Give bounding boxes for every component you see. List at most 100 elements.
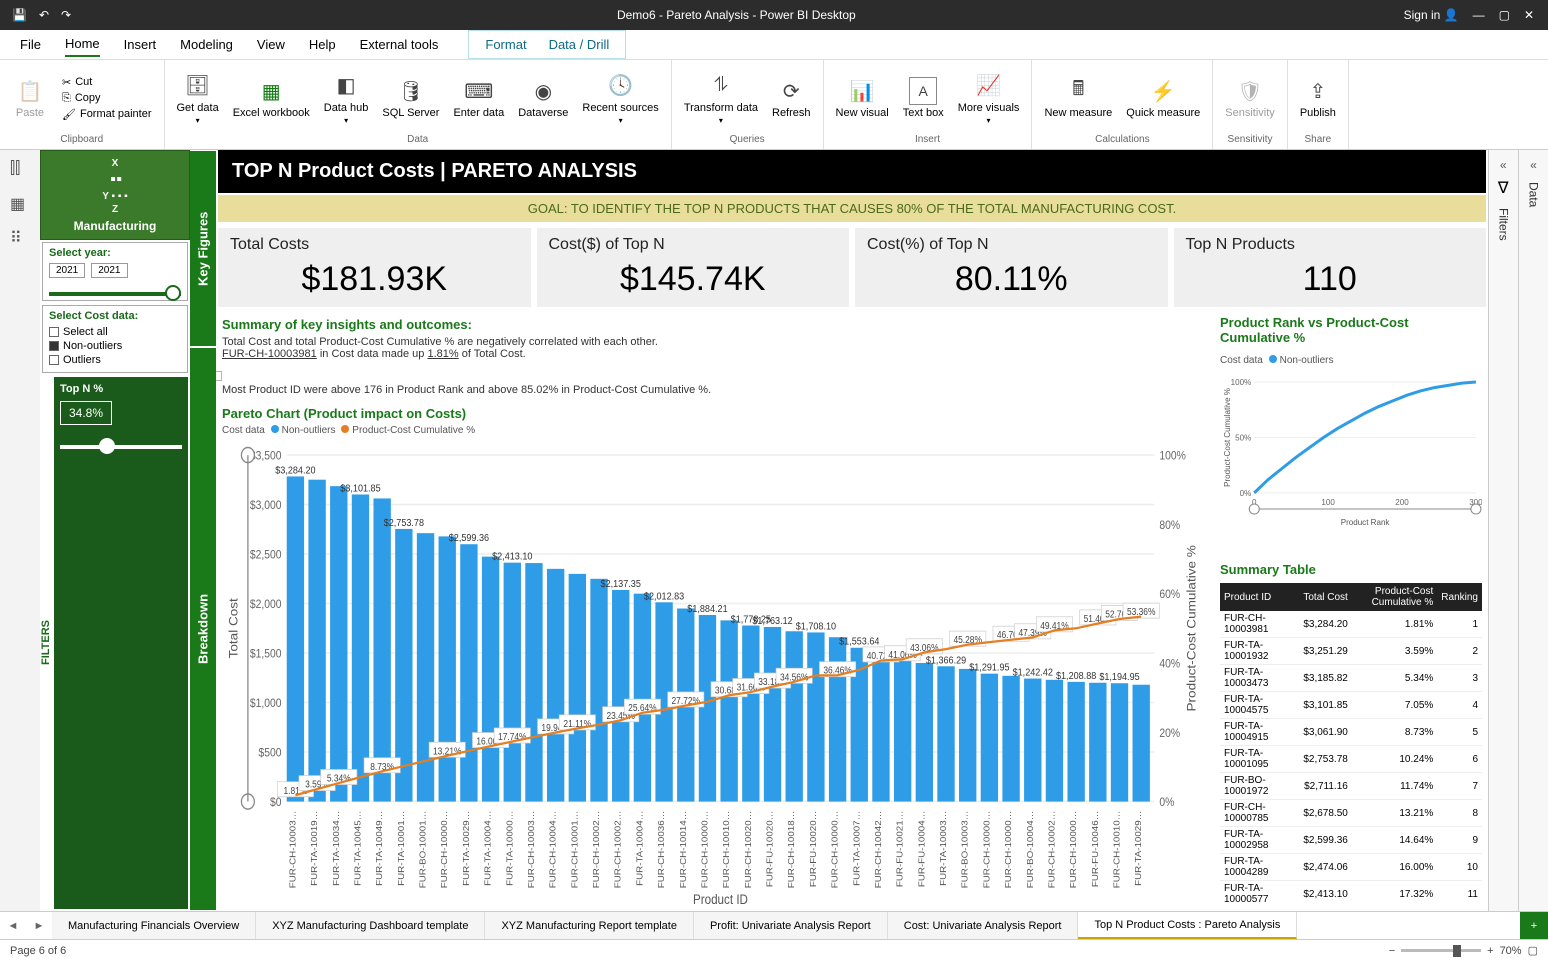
page-tab[interactable]: Top N Product Costs : Pareto Analysis <box>1078 912 1297 939</box>
svg-text:FUR-TA-10004…: FUR-TA-10004… <box>635 811 644 886</box>
copy-button[interactable]: ⎘ Copy <box>58 91 156 106</box>
tab-prev[interactable]: ◄ <box>0 920 26 932</box>
topn-slider[interactable] <box>60 445 182 449</box>
rank-chart[interactable]: 0%50%100%0100200300Product-Cost Cumulati… <box>1220 376 1482 556</box>
menu-insert[interactable]: Insert <box>124 33 157 56</box>
svg-text:FUR-CH-10002…: FUR-CH-10002… <box>613 811 622 889</box>
recent-sources-button[interactable]: 🕓Recent sources▾ <box>578 70 662 127</box>
table-row[interactable]: FUR-TA-10003473$3,185.825.34%3 <box>1220 665 1482 692</box>
table-row[interactable]: FUR-BO-10001972$2,711.1611.74%7 <box>1220 773 1482 800</box>
cost-data-filter[interactable]: Select Cost data: Select all Non-outlier… <box>42 305 188 373</box>
svg-text:FUR-FU-10020…: FUR-FU-10020… <box>765 811 774 888</box>
new-measure-button[interactable]: 🖩New measure <box>1040 75 1116 121</box>
ribbon-group-insert: Insert <box>832 132 1024 145</box>
close-icon[interactable]: ✕ <box>1524 8 1534 22</box>
page-title: TOP N Product Costs | PARETO ANALYSIS <box>218 150 1486 193</box>
svg-text:Total Cost: Total Cost <box>227 598 240 659</box>
add-page-button[interactable]: + <box>1520 912 1548 939</box>
svg-text:FUR-TA-10049…: FUR-TA-10049… <box>375 811 384 886</box>
undo-icon[interactable]: ↶ <box>39 8 49 22</box>
chevron-left-icon: « <box>1530 158 1537 172</box>
summary-table-title: Summary Table <box>1220 562 1482 577</box>
table-row[interactable]: FUR-TA-10002958$2,599.3614.64%9 <box>1220 827 1482 854</box>
dataverse-button[interactable]: ◉Dataverse <box>514 75 572 121</box>
svg-text:FUR-CH-10000…: FUR-CH-10000… <box>440 811 449 889</box>
window-title: Demo6 - Pareto Analysis - Power BI Deskt… <box>83 8 1390 22</box>
menu-help[interactable]: Help <box>309 33 336 56</box>
page-tab[interactable]: XYZ Manufacturing Report template <box>485 912 693 939</box>
pane-data[interactable]: «Data <box>1518 150 1548 911</box>
svg-text:FUR-TA-10029…: FUR-TA-10029… <box>1134 811 1143 886</box>
page-tab[interactable]: Cost: Univariate Analysis Report <box>888 912 1079 939</box>
svg-text:53.36%: 53.36% <box>1127 607 1155 618</box>
svg-text:FUR-TA-10003…: FUR-TA-10003… <box>939 811 948 886</box>
redo-icon[interactable]: ↷ <box>61 8 71 22</box>
menu-data-drill[interactable]: Data / Drill <box>549 33 610 56</box>
rank-chart-title: Product Rank vs Product-Cost Cumulative … <box>1220 315 1482 345</box>
table-row[interactable]: FUR-TA-10004915$3,061.908.73%5 <box>1220 719 1482 746</box>
pareto-chart[interactable]: Pareto Chart (Product impact on Costs) C… <box>218 402 1210 911</box>
refresh-button[interactable]: ⟳Refresh <box>768 75 815 121</box>
minimize-icon[interactable]: ― <box>1473 8 1485 22</box>
menu-file[interactable]: File <box>20 33 41 56</box>
svg-text:80%: 80% <box>1159 519 1180 532</box>
page-indicator: Page 6 of 6 <box>10 945 66 957</box>
filters-panel: X▪ ▪Y ▪ ▪ ▪Z Manufacturing Select year: … <box>40 150 190 911</box>
menu-format[interactable]: Format <box>485 33 526 56</box>
svg-text:FUR-FU-10021…: FUR-FU-10021… <box>895 811 904 888</box>
year-slider[interactable] <box>49 292 181 296</box>
option-select-all[interactable]: Select all <box>49 326 181 338</box>
get-data-button[interactable]: 🗄Get data▾ <box>173 70 223 127</box>
model-view-icon[interactable]: ⠿ <box>10 228 30 248</box>
svg-text:Product ID: Product ID <box>693 892 748 907</box>
menu-view[interactable]: View <box>257 33 285 56</box>
report-view-icon[interactable]: ⫿⫿ <box>10 160 30 180</box>
page-tab[interactable]: XYZ Manufacturing Dashboard template <box>256 912 485 939</box>
menu-external-tools[interactable]: External tools <box>360 33 439 56</box>
table-row[interactable]: FUR-TA-10001095$2,753.7810.24%6 <box>1220 746 1482 773</box>
svg-text:$1,553.64: $1,553.64 <box>839 636 880 648</box>
publish-button[interactable]: ⇪Publish <box>1296 75 1340 121</box>
maximize-icon[interactable]: ▢ <box>1499 8 1510 22</box>
excel-workbook-button[interactable]: ▦Excel workbook <box>229 75 314 121</box>
more-visuals-button[interactable]: 📈More visuals▾ <box>954 70 1024 127</box>
tab-next[interactable]: ► <box>26 920 52 932</box>
data-hub-button[interactable]: ◧Data hub▾ <box>320 70 373 127</box>
table-row[interactable]: FUR-CH-10000785$2,678.5013.21%8 <box>1220 800 1482 827</box>
svg-text:FUR-CH-10000…: FUR-CH-10000… <box>1069 811 1078 889</box>
transform-data-button[interactable]: ⥮Transform data▾ <box>680 70 762 127</box>
page-tab[interactable]: Manufacturing Financials Overview <box>52 912 256 939</box>
svg-text:$1,194.95: $1,194.95 <box>1099 672 1140 684</box>
table-row[interactable]: FUR-TA-10000577$2,413.1017.32%11 <box>1220 881 1482 908</box>
svg-text:$0: $0 <box>270 796 282 809</box>
signin-button[interactable]: Sign in 👤 <box>1404 8 1459 22</box>
table-row[interactable]: FUR-TA-10001932$3,251.293.59%2 <box>1220 638 1482 665</box>
new-visual-button[interactable]: 📊New visual <box>832 75 893 121</box>
format-painter-button[interactable]: 🖌 Format painter <box>58 107 156 122</box>
page-tabs: ◄ ► Manufacturing Financials OverviewXYZ… <box>0 911 1548 939</box>
pane-filters[interactable]: «∇Filters <box>1488 150 1518 911</box>
quick-measure-button[interactable]: ⚡Quick measure <box>1122 75 1204 121</box>
page-tab[interactable]: Profit: Univariate Analysis Report <box>694 912 888 939</box>
sql-server-button[interactable]: 🛢SQL Server <box>378 75 443 121</box>
option-non-outliers[interactable]: Non-outliers <box>49 340 181 352</box>
option-outliers[interactable]: Outliers <box>49 354 181 366</box>
cut-button[interactable]: ✂ Cut <box>58 75 156 90</box>
topn-filter[interactable]: Top N % 34.8% <box>54 377 188 909</box>
svg-text:FUR-TA-10004…: FUR-TA-10004… <box>483 811 492 886</box>
svg-text:$1,884.21: $1,884.21 <box>687 603 727 615</box>
table-row[interactable]: FUR-CH-10003981$3,284.201.81%1 <box>1220 611 1482 638</box>
save-icon[interactable]: 💾 <box>12 8 27 22</box>
table-row[interactable]: FUR-TA-10004575$3,101.857.05%4 <box>1220 692 1482 719</box>
data-view-icon[interactable]: ▦ <box>10 194 30 214</box>
menu-home[interactable]: Home <box>65 32 100 57</box>
svg-text:$1,708.10: $1,708.10 <box>796 621 837 633</box>
enter-data-button[interactable]: ⌨Enter data <box>449 75 508 121</box>
text-box-button[interactable]: AText box <box>899 75 948 121</box>
zoom-control[interactable]: −+ 70%▢ <box>1389 944 1538 957</box>
summary-table[interactable]: Product IDTotal CostProduct-Cost Cumulat… <box>1220 583 1482 907</box>
year-filter[interactable]: Select year: 2021 2021 <box>42 242 188 301</box>
table-row[interactable]: FUR-TA-10004289$2,474.0616.00%10 <box>1220 854 1482 881</box>
svg-text:FUR-CH-10004…: FUR-CH-10004… <box>548 811 557 889</box>
menu-modeling[interactable]: Modeling <box>180 33 233 56</box>
